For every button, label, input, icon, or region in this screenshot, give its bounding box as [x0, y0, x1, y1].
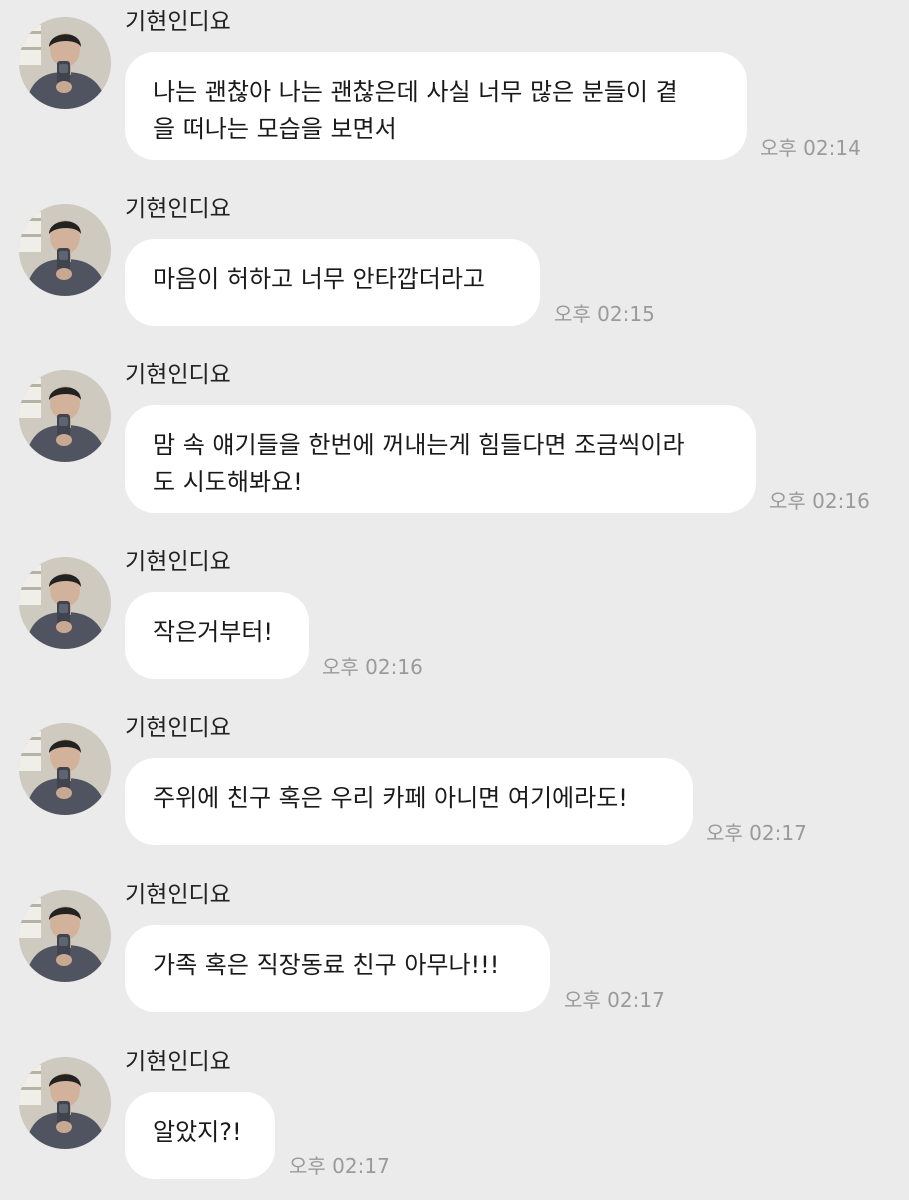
message-text-line: 나는 괜찮아 나는 괜찮은데 사실 너무 많은 분들이 곁: [153, 78, 678, 106]
message-text-line: 마음이 허하고 너무 안타깝더라고: [153, 265, 486, 293]
message-bubble[interactable]: 작은거부터!: [125, 592, 309, 679]
avatar[interactable]: [19, 370, 111, 462]
sender-name: 기현인디요: [125, 362, 231, 388]
chat-message-list: 기현인디요 나는 괜찮아 나는 괜찮은데 사실 너무 많은 분들이 곁 을 떠나…: [0, 0, 909, 1200]
message-bubble[interactable]: 가족 혹은 직장동료 친구 아무나!!!: [125, 925, 550, 1012]
avatar[interactable]: [19, 557, 111, 649]
message-time: 오후 02:17: [289, 1154, 390, 1178]
message-text-line: 알았지?!: [153, 1118, 242, 1146]
message-time: 오후 02:16: [769, 489, 870, 513]
message-text-line: 을 떠나는 모습을 보면서: [153, 115, 397, 143]
message-time: 오후 02:17: [564, 988, 665, 1012]
profile-photo-icon: [19, 557, 111, 649]
sender-name: 기현인디요: [125, 715, 231, 741]
message-time: 오후 02:16: [322, 655, 423, 679]
message-text-line: 가족 혹은 직장동료 친구 아무나!!!: [153, 951, 500, 979]
profile-photo-icon: [19, 890, 111, 982]
avatar[interactable]: [19, 890, 111, 982]
message-bubble[interactable]: 맘 속 얘기들을 한번에 꺼내는게 힘들다면 조금씩이라 도 시도해봐요!: [125, 405, 756, 513]
message-text-line: 작은거부터!: [153, 618, 274, 646]
avatar[interactable]: [19, 204, 111, 296]
message-time: 오후 02:14: [760, 136, 861, 160]
sender-name: 기현인디요: [125, 549, 231, 575]
message-bubble[interactable]: 마음이 허하고 너무 안타깝더라고: [125, 239, 540, 326]
profile-photo-icon: [19, 1057, 111, 1149]
avatar[interactable]: [19, 723, 111, 815]
profile-photo-icon: [19, 17, 111, 109]
profile-photo-icon: [19, 723, 111, 815]
sender-name: 기현인디요: [125, 882, 231, 908]
profile-photo-icon: [19, 370, 111, 462]
message-text-line: 도 시도해봐요!: [153, 468, 303, 496]
message-text-line: 주위에 친구 혹은 우리 카페 아니면 여기에라도!: [153, 784, 628, 812]
message-text-line: 맘 속 얘기들을 한번에 꺼내는게 힘들다면 조금씩이라: [153, 431, 685, 459]
avatar[interactable]: [19, 17, 111, 109]
sender-name: 기현인디요: [125, 1049, 231, 1075]
avatar[interactable]: [19, 1057, 111, 1149]
message-bubble[interactable]: 나는 괜찮아 나는 괜찮은데 사실 너무 많은 분들이 곁 을 떠나는 모습을 …: [125, 52, 747, 160]
message-bubble[interactable]: 알았지?!: [125, 1092, 275, 1179]
message-time: 오후 02:17: [706, 821, 807, 845]
sender-name: 기현인디요: [125, 196, 231, 222]
message-bubble[interactable]: 주위에 친구 혹은 우리 카페 아니면 여기에라도!: [125, 758, 693, 845]
message-time: 오후 02:15: [554, 302, 655, 326]
profile-photo-icon: [19, 204, 111, 296]
sender-name: 기현인디요: [125, 9, 231, 35]
